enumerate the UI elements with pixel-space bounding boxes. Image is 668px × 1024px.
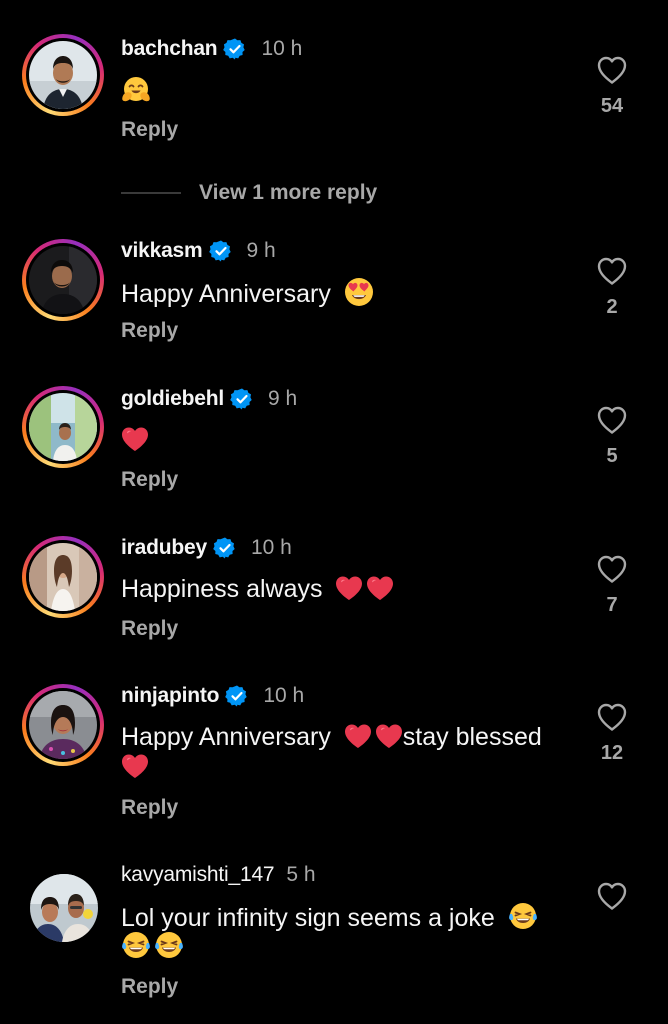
comment-username[interactable]: bachchan [121, 37, 218, 61]
like-count: 12 [600, 742, 624, 764]
verified-badge-icon [225, 684, 249, 708]
divider-line [121, 192, 181, 194]
comment-text: Lol your infinity sign seems a joke [121, 901, 538, 933]
like-count: 7 [606, 594, 618, 616]
comment-timestamp: 9 h [268, 387, 298, 410]
comment-timestamp: 9 h [246, 239, 276, 262]
comment-timestamp: 10 h [261, 37, 303, 60]
like-button[interactable]: 54 [592, 55, 632, 118]
red-heart-emoji [121, 426, 149, 452]
red-heart-emoji [366, 575, 394, 601]
verified-badge-icon [213, 536, 237, 560]
comment-text-line2 [121, 930, 184, 962]
comment-text [121, 425, 149, 455]
verified-badge-icon [209, 239, 233, 263]
reply-button[interactable]: Reply [121, 975, 178, 999]
view-more-replies-label[interactable]: View 1 more reply [199, 181, 377, 205]
avatar[interactable] [22, 239, 104, 321]
comment-username[interactable]: vikkasm [121, 239, 203, 263]
comment-text-content: Happy Anniversary [121, 280, 331, 308]
heart-outline-icon[interactable] [596, 554, 628, 584]
comment-text: Happiness always [121, 574, 394, 604]
avatar[interactable] [22, 536, 104, 618]
tears-of-joy-emoji [121, 930, 151, 960]
verified-badge-icon [230, 387, 254, 411]
red-heart-emoji [375, 723, 403, 749]
comment-text [121, 76, 151, 108]
red-heart-emoji [344, 723, 372, 749]
comment-timestamp: 10 h [250, 536, 292, 559]
comment-username[interactable]: kavyamishti_147 [121, 863, 275, 887]
tears-of-joy-emoji [508, 901, 538, 931]
tears-of-joy-emoji [154, 930, 184, 960]
comment-username[interactable]: iradubey [121, 536, 207, 560]
like-count: 54 [600, 95, 624, 117]
like-button[interactable]: 7 [592, 554, 632, 617]
comment-text-content: stay blessed [402, 723, 542, 751]
avatar[interactable] [22, 684, 104, 766]
comment-text: Happy Anniversary stay blessed [121, 722, 542, 752]
reply-button[interactable]: Reply [121, 118, 178, 142]
comment-text-line2 [121, 752, 149, 782]
heart-outline-icon[interactable] [596, 405, 628, 435]
comment-username[interactable]: ninjapinto [121, 684, 220, 708]
reply-button[interactable]: Reply [121, 468, 178, 492]
like-count: 5 [606, 445, 618, 467]
like-button[interactable]: 2 [592, 256, 632, 319]
reply-button[interactable]: Reply [121, 617, 178, 641]
like-count: 2 [606, 296, 618, 318]
avatar[interactable] [22, 386, 104, 468]
comment-text-content: Happiness always [121, 575, 323, 603]
comment-username[interactable]: goldiebehl [121, 387, 224, 411]
red-heart-emoji [121, 753, 149, 779]
reply-button[interactable]: Reply [121, 796, 178, 820]
avatar[interactable] [22, 34, 104, 116]
like-button[interactable] [592, 881, 632, 911]
comment-timestamp: 5 h [286, 863, 316, 886]
comment-timestamp: 10 h [263, 684, 305, 707]
view-more-replies-button[interactable]: View 1 more reply [121, 181, 377, 205]
like-button[interactable]: 12 [592, 702, 632, 765]
comment-text-content: Happy Anniversary [121, 723, 331, 751]
heart-outline-icon[interactable] [596, 256, 628, 286]
avatar[interactable] [30, 874, 98, 942]
verified-badge-icon [223, 37, 247, 61]
red-heart-emoji [335, 575, 363, 601]
comment-text: Happy Anniversary [121, 277, 374, 309]
heart-outline-icon[interactable] [596, 55, 628, 85]
comment-text-content: Lol your infinity sign seems a joke [121, 904, 495, 932]
hugging-face-emoji [121, 76, 151, 106]
like-button[interactable]: 5 [592, 405, 632, 468]
heart-outline-icon[interactable] [596, 702, 628, 732]
heart-eyes-emoji [344, 277, 374, 307]
reply-button[interactable]: Reply [121, 319, 178, 343]
heart-outline-icon[interactable] [596, 881, 628, 911]
